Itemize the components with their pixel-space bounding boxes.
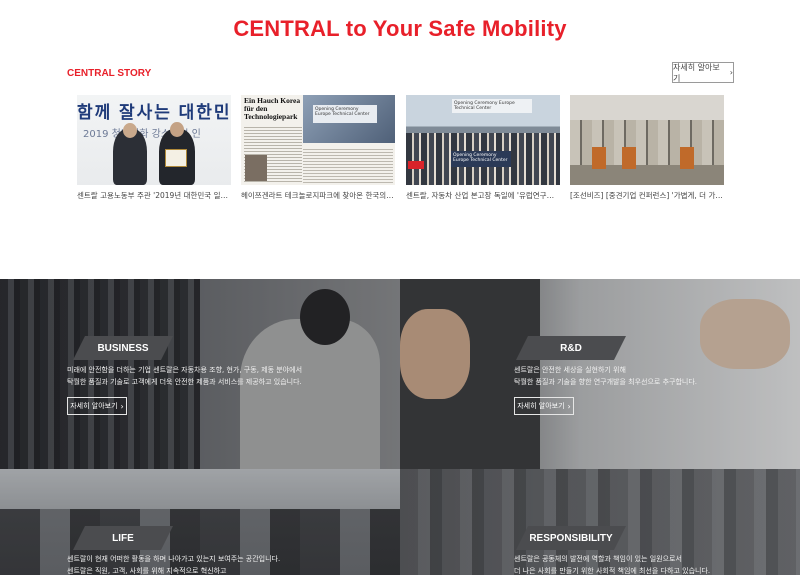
business-more-label: 자세히 알아보기 xyxy=(70,402,118,410)
chevron-right-icon: › xyxy=(120,401,124,411)
factory-crate xyxy=(622,147,636,169)
business-panel: BUSINESS 미래에 안전함을 더하는 기업 센트랄은 자동차용 조향, 현… xyxy=(0,279,400,469)
person-head xyxy=(170,122,184,137)
award-plaque xyxy=(165,149,187,167)
rnd-line-2: 탁월한 품질과 기술을 향한 연구개발을 최우선으로 추구합니다. xyxy=(514,378,698,386)
rnd-more-label: 자세히 알아보기 xyxy=(517,402,565,410)
thumbnail-banner-text: 함께 잘사는 대한민 xyxy=(77,103,231,122)
story-more-button[interactable]: 자세히 알아보기 › xyxy=(672,62,734,83)
chevron-right-icon: › xyxy=(567,401,571,411)
life-line-2: 센트랄은 직원, 고객, 사회를 위해 지속적으로 혁신하고 xyxy=(67,567,227,575)
story-card[interactable]: 함께 잘사는 대한민 2019 청년친화 강소기업 인 센트랄 고용노동부 주관… xyxy=(77,95,231,201)
rnd-panel: R&D 센트랄은 안전한 세상을 실현하기 위해 탁월한 품질과 기술을 향한 … xyxy=(400,279,800,469)
thumbnail-banner-subtext: 2019 청년친화 강소기업 인 xyxy=(83,129,201,140)
business-description: 미래에 안전함을 더하는 기업 센트랄은 자동차용 조향, 현가, 구동, 제동… xyxy=(67,364,397,388)
story-thumbnail-newspaper[interactable]: Ein Hauch Korea für den Technologiepark … xyxy=(241,95,395,185)
responsibility-line-1: 센트랄은 공동체의 발전에 역할과 책임이 있는 일원으로서 xyxy=(514,555,682,563)
story-thumbnail-group[interactable]: Opening Ceremony Europe Technical Center… xyxy=(406,95,560,185)
factory-crate xyxy=(680,147,694,169)
story-card[interactable]: [조선비즈] [중견기업 컨퍼런스] '가볍게, 더 가… xyxy=(570,95,724,201)
responsibility-description: 센트랄은 공동체의 발전에 역할과 책임이 있는 일원으로서 더 나은 사회를 … xyxy=(514,553,800,575)
responsibility-title: RESPONSIBILITY xyxy=(516,526,626,550)
ceremony-banner: Opening Ceremony Europe Technical Center xyxy=(452,99,532,113)
business-line-2: 탁월한 품질과 기술로 고객에게 더욱 안전한 제품과 서비스를 제공하고 있습… xyxy=(67,378,302,386)
story-thumbnail-award[interactable]: 함께 잘사는 대한민 2019 청년친화 강소기업 인 xyxy=(77,95,231,185)
life-description: 센트랄이 현재 어떠한 활동을 하며 나아가고 있는지 보여주는 공간입니다. … xyxy=(67,553,397,575)
story-card-caption[interactable]: 헤이쯔겐라트 테크놀로지파크에 찾아온 한국의 … xyxy=(241,190,395,201)
story-card-caption[interactable]: [조선비즈] [중견기업 컨퍼런스] '가볍게, 더 가… xyxy=(570,190,724,201)
ceremony-sign: Opening Ceremony Europe Technical Center xyxy=(451,151,511,167)
factory-crate xyxy=(592,147,606,169)
rnd-line-1: 센트랄은 안전한 세상을 실현하기 위해 xyxy=(514,366,626,374)
rnd-more-button[interactable]: 자세히 알아보기 › xyxy=(514,397,574,415)
story-card-caption[interactable]: 센트랄, 자동차 산업 본고장 독일에 '유럽연구센… xyxy=(406,190,560,201)
story-card[interactable]: Ein Hauch Korea für den Technologiepark … xyxy=(241,95,395,201)
person-head xyxy=(123,123,137,138)
life-title: LIFE xyxy=(73,526,173,550)
story-more-label: 자세히 알아보기 xyxy=(673,62,720,83)
life-line-1: 센트랄이 현재 어떠한 활동을 하며 나아가고 있는지 보여주는 공간입니다. xyxy=(67,555,281,563)
ceremony-sign: Opening Ceremony Europe Technical Center xyxy=(313,105,377,123)
page-title: CENTRAL to Your Safe Mobility xyxy=(233,16,567,41)
responsibility-panel: RESPONSIBILITY 센트랄은 공동체의 발전에 역할과 책임이 있는 … xyxy=(400,469,800,575)
newspaper-text-column xyxy=(303,147,393,183)
story-card-caption[interactable]: 센트랄 고용노동부 주관 '2019년 대한민국 일자… xyxy=(77,190,231,201)
story-card[interactable]: Opening Ceremony Europe Technical Center… xyxy=(406,95,560,201)
logo-mark xyxy=(408,161,424,169)
story-thumbnail-factory[interactable] xyxy=(570,95,724,185)
newspaper-portrait xyxy=(245,155,267,181)
business-title: BUSINESS xyxy=(73,336,173,360)
rnd-description: 센트랄은 안전한 세상을 실현하기 위해 탁월한 품질과 기술을 향한 연구개발… xyxy=(514,364,794,388)
newspaper-headline: Ein Hauch Korea für den Technologiepark xyxy=(244,96,301,121)
chevron-right-icon: › xyxy=(729,68,733,77)
story-heading: CENTRAL STORY xyxy=(67,68,152,79)
business-line-1: 미래에 안전함을 더하는 기업 센트랄은 자동차용 조향, 현가, 구동, 제동… xyxy=(67,366,303,374)
story-card-list: 함께 잘사는 대한민 2019 청년친화 강소기업 인 센트랄 고용노동부 주관… xyxy=(77,95,724,205)
life-panel: LIFE 센트랄이 현재 어떠한 활동을 하며 나아가고 있는지 보여주는 공간… xyxy=(0,469,400,575)
responsibility-line-2: 더 나은 사회를 만들기 위한 사회적 책임에 최선을 다하고 있습니다. xyxy=(514,567,711,575)
rnd-title: R&D xyxy=(516,336,626,360)
business-more-button[interactable]: 자세히 알아보기 › xyxy=(67,397,127,415)
